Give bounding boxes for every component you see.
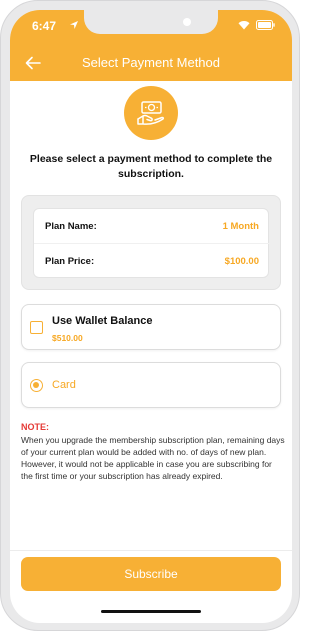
- camera-icon: [183, 18, 191, 26]
- footer-divider: [10, 550, 292, 551]
- plan-name-value: 1 Month: [222, 220, 259, 232]
- instruction-text: Please select a payment method to comple…: [29, 153, 273, 180]
- card-radio-button[interactable]: [30, 379, 43, 392]
- plan-name-row: Plan Name: 1 Month: [34, 209, 270, 244]
- wallet-balance-amount: $510.00: [52, 333, 83, 343]
- hand-cash-icon: [137, 101, 165, 125]
- plan-summary-card: Plan Name: 1 Month Plan Price: $100.00: [33, 208, 270, 279]
- plan-price-row: Plan Price: $100.00: [34, 244, 270, 279]
- phone-frame: 6:47 Select Payment Method Please select…: [0, 0, 300, 631]
- app-screen: 6:47 Select Payment Method Please select…: [10, 10, 292, 623]
- plan-price-label: Plan Price:: [45, 256, 95, 267]
- card-payment-option[interactable]: Card: [21, 362, 281, 408]
- battery-icon: [256, 20, 275, 30]
- note-colon: :: [46, 422, 50, 432]
- note-heading: NOTE:: [21, 422, 49, 432]
- radio-selected-dot: [33, 382, 39, 388]
- page-title: Select Payment Method: [81, 55, 221, 70]
- plan-summary-panel: Plan Name: 1 Month Plan Price: $100.00: [21, 195, 281, 290]
- note-title: NOTE: [21, 422, 47, 432]
- wallet-balance-label: Use Wallet Balance: [52, 315, 153, 327]
- payment-icon-badge: [124, 86, 178, 140]
- note-text: When you upgrade the membership subscrip…: [21, 435, 285, 481]
- device-notch: [84, 10, 218, 34]
- wifi-icon: [238, 21, 250, 30]
- status-time: 6:47: [32, 19, 57, 33]
- home-indicator: [101, 610, 201, 613]
- plan-name-label: Plan Name:: [45, 220, 97, 232]
- card-option-label: Card: [52, 379, 76, 391]
- location-arrow-icon: [70, 21, 78, 29]
- subscribe-button[interactable]: Subscribe: [21, 557, 281, 591]
- wallet-balance-option[interactable]: Use Wallet Balance $510.00: [21, 304, 281, 350]
- plan-price-value: $100.00: [224, 256, 259, 267]
- wallet-balance-checkbox[interactable]: [30, 321, 43, 334]
- status-bar: 6:47: [10, 10, 292, 44]
- nav-bar: Select Payment Method: [10, 44, 292, 81]
